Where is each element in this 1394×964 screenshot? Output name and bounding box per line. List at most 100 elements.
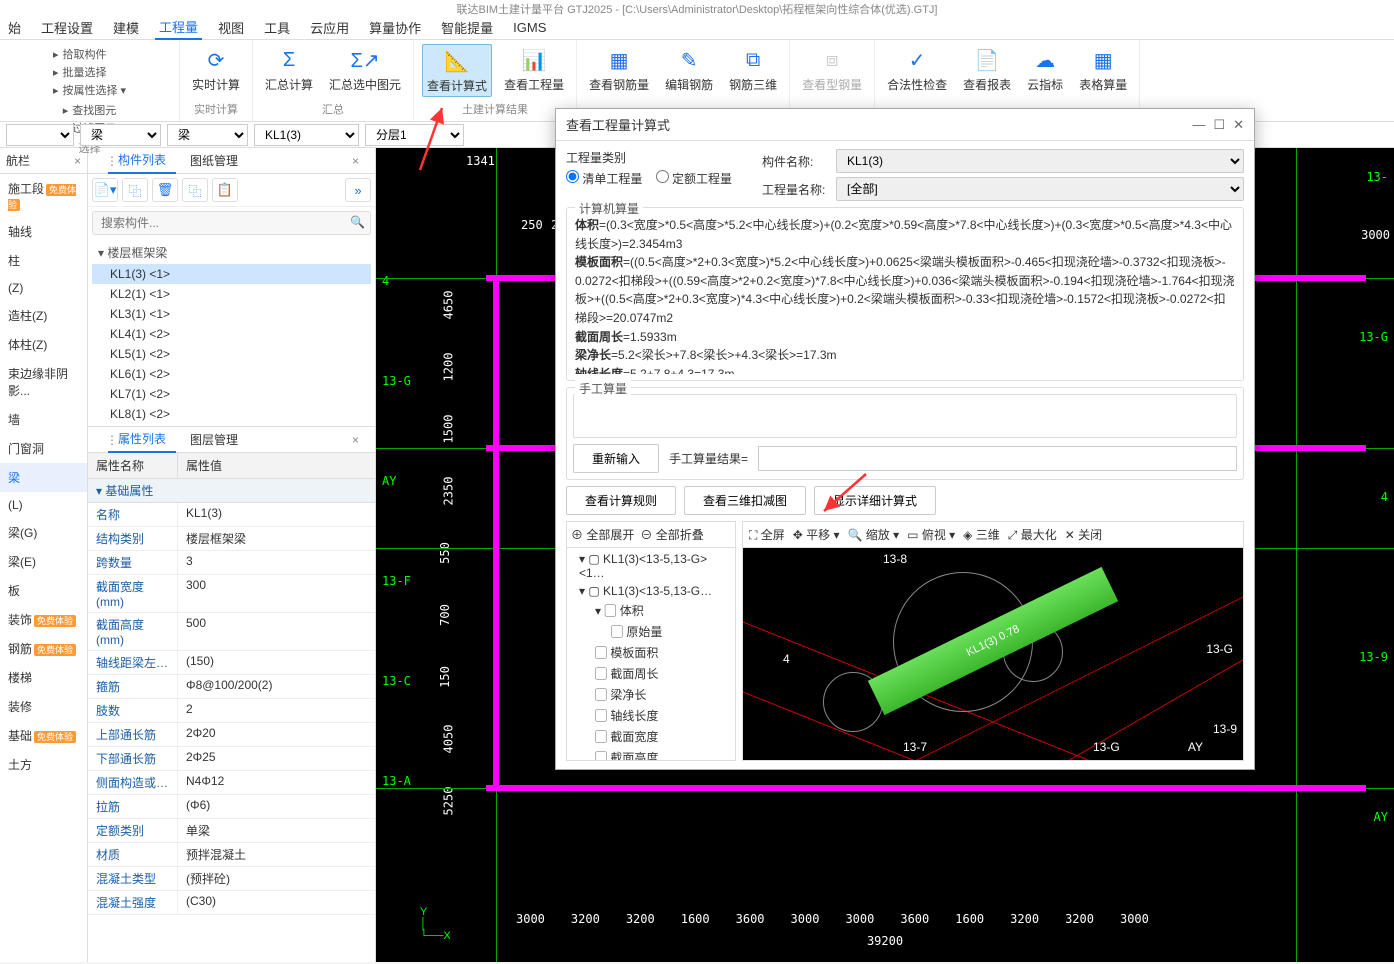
summary-calc-button[interactable]: Σ汇总计算 xyxy=(261,44,317,95)
prop-row[interactable]: 跨数量3 xyxy=(88,551,375,575)
tab-smart[interactable]: 智能提量 xyxy=(437,16,497,39)
prop-row[interactable]: 混凝土类型(预拌砼) xyxy=(88,867,375,891)
radio-list[interactable]: 清单工程量 xyxy=(566,172,642,186)
view-report-button[interactable]: 📄查看报表 xyxy=(959,44,1015,95)
close-icon[interactable]: ✕ xyxy=(1233,117,1244,133)
nav-item[interactable]: 梁(G) xyxy=(0,518,87,547)
tree-item[interactable]: KL3(1) <1> xyxy=(92,304,371,324)
nav-item[interactable]: 造柱(Z) xyxy=(0,301,87,330)
panel-close-icon[interactable]: × xyxy=(342,150,369,172)
nav-item[interactable]: 装修 xyxy=(0,692,87,721)
nav-item[interactable]: 板 xyxy=(0,576,87,605)
tab-collab[interactable]: 算量协作 xyxy=(365,16,425,39)
view-rebar-qty-button[interactable]: ▦查看钢筋量 xyxy=(585,44,653,95)
result-tree[interactable]: ⊕ 全部展开 ⊖ 全部折叠 ▾ ▢ KL1(3)<13-5,13-G><1…▾ … xyxy=(566,521,736,761)
nav-item[interactable]: 基础免费体验 xyxy=(0,721,87,750)
pan-button[interactable]: ✥ 平移 ▾ xyxy=(793,526,840,543)
paste-icon[interactable]: 📋 xyxy=(212,178,238,202)
result-tree-item[interactable]: ▾ ▢ KL1(3)<13-5,13-G… xyxy=(571,582,731,600)
new-icon[interactable]: 📄▾ xyxy=(92,178,118,202)
3d-viewport[interactable]: ⛶ 全屏 ✥ 平移 ▾ 🔍 缩放 ▾ ▭ 俯视 ▾ ◈ 三维 ⤢ 最大化 ✕ 关… xyxy=(742,521,1244,761)
view-rule-button[interactable]: 查看计算规则 xyxy=(566,486,676,515)
result-tree-item[interactable]: ▢ 梁净长 xyxy=(571,684,731,705)
nav-item[interactable]: 土方 xyxy=(0,750,87,779)
result-tree-item[interactable]: ▾ ▢ 体积 xyxy=(571,600,731,621)
tab-view[interactable]: 视图 xyxy=(214,16,248,39)
prop-row[interactable]: 箍筋Φ8@100/200(2) xyxy=(88,675,375,699)
collapse-all[interactable]: ⊖ 全部折叠 xyxy=(640,526,703,543)
prop-row[interactable]: 定额类别单梁 xyxy=(88,819,375,843)
nav-item[interactable]: 门窗洞 xyxy=(0,434,87,463)
nav-item[interactable]: 施工段免费体验 xyxy=(0,174,87,217)
search-input[interactable] xyxy=(92,211,371,235)
prop-row[interactable]: 名称KL1(3) xyxy=(88,503,375,527)
tab-drawing-mgmt[interactable]: 图纸管理 xyxy=(180,148,248,173)
beam-element[interactable] xyxy=(486,785,1366,791)
expand-all[interactable]: ⊕ 全部展开 xyxy=(571,526,634,543)
close-view-button[interactable]: ✕ 关闭 xyxy=(1065,526,1102,543)
manual-result-input[interactable] xyxy=(758,446,1237,471)
pick-element[interactable]: ▸ 拾取构件 xyxy=(53,46,126,62)
zoom-button[interactable]: 🔍 缩放 ▾ xyxy=(848,526,900,543)
drag-handle-icon[interactable]: ⋮⋮ xyxy=(96,429,140,451)
copy-icon[interactable]: ⿻ xyxy=(122,178,148,202)
nav-item[interactable]: (Z) xyxy=(0,275,87,301)
radio-quota[interactable]: 定额工程量 xyxy=(656,172,732,186)
view-3d-deduct-button[interactable]: 查看三维扣减图 xyxy=(684,486,806,515)
prop-row[interactable]: 轴线距梁左…(150) xyxy=(88,651,375,675)
result-tree-item[interactable]: ▢ 截面周长 xyxy=(571,663,731,684)
prop-row[interactable]: 上部通长筋2Φ20 xyxy=(88,723,375,747)
summary-selected-button[interactable]: Σ↗汇总选中图元 xyxy=(325,44,405,95)
validity-check-button[interactable]: ✓合法性检查 xyxy=(883,44,951,95)
beam-element[interactable] xyxy=(493,275,499,791)
prop-row[interactable]: 肢数2 xyxy=(88,699,375,723)
nav-item[interactable]: 装饰免费体验 xyxy=(0,605,87,634)
sel-beam1[interactable]: 梁 xyxy=(80,124,161,146)
tab-igms[interactable]: IGMS xyxy=(509,18,550,37)
tree-item[interactable]: KL2(1) <1> xyxy=(92,284,371,304)
nav-item[interactable]: 梁(E) xyxy=(0,547,87,576)
tree-header[interactable]: ▾ 楼层框架梁 xyxy=(92,241,371,264)
nav-item[interactable]: 钢筋免费体验 xyxy=(0,634,87,663)
drag-handle-icon[interactable]: ⋮⋮ xyxy=(96,150,140,172)
props-close-icon[interactable]: × xyxy=(342,429,369,451)
minimize-icon[interactable]: — xyxy=(1192,117,1205,133)
copy2-icon[interactable]: ⿻ xyxy=(182,178,208,202)
tree-item[interactable]: KL1(3) <1> xyxy=(92,264,371,284)
manual-input[interactable] xyxy=(573,394,1237,438)
fullscreen-button[interactable]: ⛶ 全屏 xyxy=(749,526,785,543)
tab-cloud[interactable]: 云应用 xyxy=(306,16,353,39)
prop-row[interactable]: 截面高度(mm)500 xyxy=(88,613,375,651)
result-tree-item[interactable]: ▢ 模板面积 xyxy=(571,642,731,663)
3d-button[interactable]: ◈ 三维 xyxy=(963,526,1000,543)
prop-row[interactable]: 混凝土强度(C30) xyxy=(88,891,375,915)
prop-row[interactable]: 下部通长筋2Φ25 xyxy=(88,747,375,771)
nav-item[interactable]: 束边缘非阴影... xyxy=(0,359,87,405)
nav-item[interactable]: 体柱(Z) xyxy=(0,330,87,359)
sel-member[interactable]: KL1(3) xyxy=(254,124,359,146)
cloud-index-button[interactable]: ☁云指标 xyxy=(1023,44,1067,95)
tab-project-settings[interactable]: 工程设置 xyxy=(37,16,97,39)
prop-row[interactable]: 截面宽度(mm)300 xyxy=(88,575,375,613)
prop-row[interactable]: 侧面构造或…N4Φ12 xyxy=(88,771,375,795)
maximize-icon[interactable]: ☐ xyxy=(1213,117,1225,133)
tree-item[interactable]: KL6(1) <2> xyxy=(92,364,371,384)
prop-section[interactable]: ▾ 基础属性 xyxy=(88,479,375,503)
nav-item[interactable]: 轴线 xyxy=(0,217,87,246)
sel-layer[interactable]: 分层1 xyxy=(365,124,464,146)
result-tree-item[interactable]: ▢ 轴线长度 xyxy=(571,705,731,726)
attr-select[interactable]: ▸ 按属性选择 ▾ xyxy=(53,82,126,98)
view-formula-button[interactable]: 📐查看计算式 xyxy=(422,44,492,97)
show-detail-button[interactable]: 显示详细计算式 xyxy=(814,486,936,515)
tab-layer-mgmt[interactable]: 图层管理 xyxy=(180,427,248,452)
nav-item[interactable]: (L) xyxy=(0,492,87,518)
maximize-button[interactable]: ⤢ 最大化 xyxy=(1008,526,1057,543)
eng-name-select[interactable]: [全部] xyxy=(836,177,1244,201)
result-tree-item[interactable]: ▾ ▢ KL1(3)<13-5,13-G><1… xyxy=(571,550,731,582)
tab-quantity[interactable]: 工程量 xyxy=(155,15,202,40)
tab-model[interactable]: 建模 xyxy=(109,16,143,39)
tree-item[interactable]: KL4(1) <2> xyxy=(92,324,371,344)
result-tree-item[interactable]: ▢ 原始量 xyxy=(571,621,731,642)
sel-blank[interactable] xyxy=(6,124,74,146)
rebar-3d-button[interactable]: ⧉钢筋三维 xyxy=(725,44,781,95)
